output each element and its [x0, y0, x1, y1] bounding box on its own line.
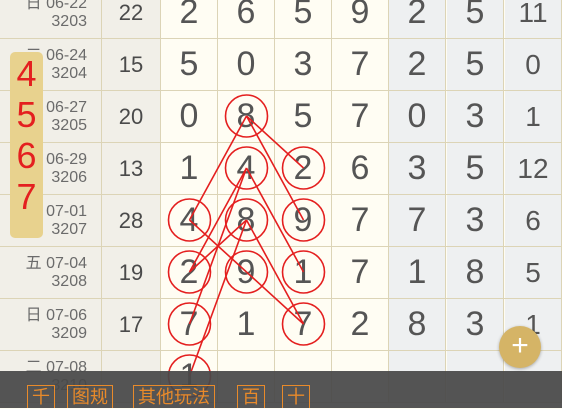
bottom-tab-bar: 千图规 其他玩法百十 — [0, 371, 562, 408]
selected-number: 5 — [16, 94, 37, 135]
pattern-line — [245, 167, 305, 273]
tab-2[interactable]: 其他玩法 — [133, 385, 215, 408]
pattern-line — [188, 219, 248, 377]
pattern-line — [245, 115, 305, 221]
pattern-line — [188, 167, 248, 273]
tab-4[interactable]: 十 — [282, 385, 310, 408]
selected-number: 7 — [16, 176, 37, 217]
selected-number: 4 — [16, 53, 37, 94]
selected-numbers-panel[interactable]: 4567 — [10, 52, 43, 238]
pattern-line — [245, 271, 305, 325]
pattern-line — [188, 115, 248, 221]
selected-number: 6 — [16, 135, 37, 176]
add-button[interactable]: + — [499, 326, 541, 368]
pattern-line — [245, 219, 305, 325]
tab-3[interactable]: 百 — [237, 385, 265, 408]
tab-0[interactable]: 千 — [27, 385, 55, 408]
pattern-overlay — [167, 94, 326, 398]
pattern-line — [245, 115, 305, 169]
tab-1[interactable]: 图规 — [67, 385, 113, 408]
